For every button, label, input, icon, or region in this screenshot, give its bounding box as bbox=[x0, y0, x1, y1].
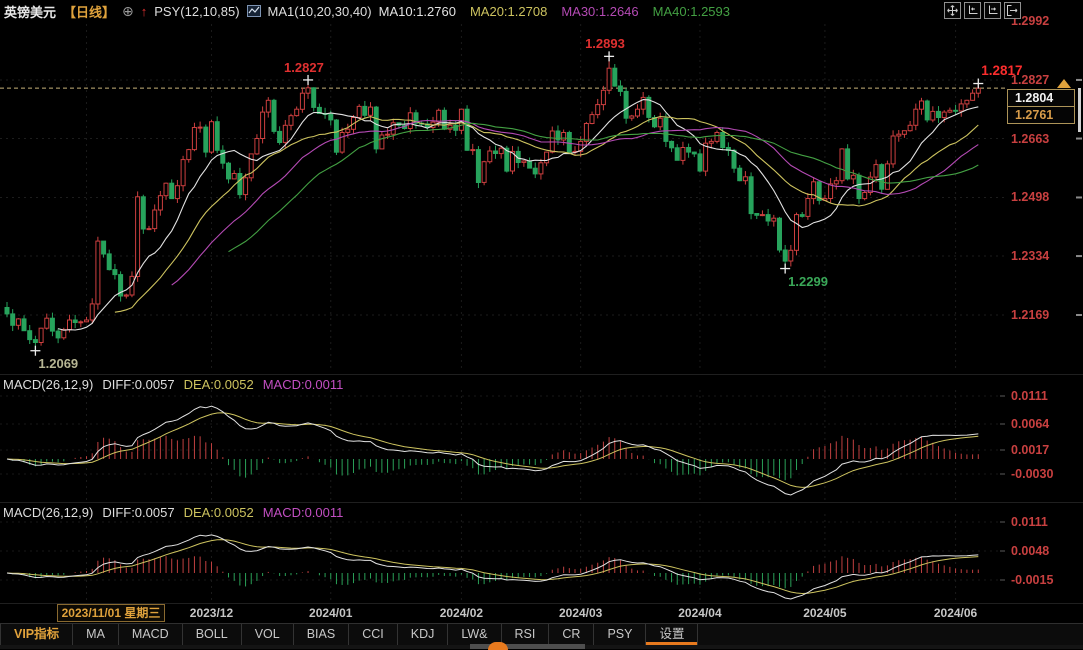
pan-icon bbox=[947, 5, 958, 16]
pan-tool-button[interactable] bbox=[944, 2, 961, 19]
macd-axis-label: -0.0030 bbox=[1011, 467, 1054, 481]
period-label: 【日线】 bbox=[63, 4, 116, 20]
macd-axis-label: 0.0048 bbox=[1011, 544, 1050, 558]
macd2-legend: MACD(26,12,9) DIFF:0.0057 DEA:0.0052 MAC… bbox=[3, 505, 343, 521]
ma-group-label: MA1(10,20,30,40) bbox=[267, 3, 372, 19]
psy-indicator-label: PSY(12,10,85) bbox=[154, 3, 240, 19]
indicator-tab-7[interactable]: CCI bbox=[348, 624, 397, 645]
exit-chart-icon bbox=[1007, 5, 1018, 16]
macd-diff-value: DIFF:0.0057 bbox=[102, 505, 175, 520]
x-axis-label: 2024/04 bbox=[678, 606, 722, 620]
macd-axis-label: 0.0064 bbox=[1011, 417, 1050, 431]
indicator-tab-1[interactable]: VIP指标 bbox=[0, 624, 72, 645]
exit-chart-button[interactable] bbox=[1004, 2, 1021, 19]
current-price-box: 1.2804 1.2761 bbox=[1007, 89, 1075, 124]
x-axis-label: 2024/01 bbox=[309, 606, 353, 620]
x-axis-label: 2024/02 bbox=[439, 606, 484, 620]
macd-diff-value: DIFF:0.0057 bbox=[102, 377, 175, 392]
macd-macd-value: MACD:0.0011 bbox=[262, 377, 344, 392]
indicator-tab-12[interactable]: PSY bbox=[593, 624, 645, 645]
trend-up-arrow-icon: ↑ bbox=[140, 3, 148, 19]
chart-canvas[interactable] bbox=[0, 0, 1083, 649]
x-axis-label: 2024/06 bbox=[933, 606, 978, 620]
price-annotation: 1.2069 bbox=[38, 355, 79, 371]
chart-toolbar bbox=[944, 2, 1021, 19]
y-axis-label: 1.2334 bbox=[1011, 249, 1050, 264]
right-scrollbar-thumb[interactable] bbox=[1078, 88, 1081, 132]
indicator-tab-6[interactable]: BIAS bbox=[292, 624, 349, 645]
secondary-price-value: 1.2761 bbox=[1008, 106, 1074, 123]
indicator-tab-3[interactable]: MACD bbox=[117, 624, 182, 645]
x-axis-label: 2023/12 bbox=[189, 606, 234, 620]
macd-macd-value: MACD:0.0011 bbox=[262, 505, 344, 520]
indicator-tab-5[interactable]: VOL bbox=[240, 624, 293, 645]
macd-axis-label: -0.0015 bbox=[1011, 573, 1054, 587]
date-highlight-label: 2023/11/01 星期三 bbox=[57, 604, 165, 622]
panel-divider bbox=[0, 374, 1083, 375]
indicator-tab-8[interactable]: KDJ bbox=[396, 624, 448, 645]
macd-title: MACD(26,12,9) bbox=[3, 505, 94, 520]
price-annotation: 1.2893 bbox=[585, 36, 625, 52]
indicator-tab-11[interactable]: CR bbox=[548, 624, 593, 645]
chart-application: { "header": { "symbol": "英镑美元", "period"… bbox=[0, 0, 1083, 650]
y-axis-label: 1.2169 bbox=[1011, 308, 1050, 322]
price-annotation: 1.2827 bbox=[284, 59, 324, 75]
compress-x-axis-button[interactable] bbox=[964, 2, 981, 19]
ma-legend-item: MA40:1.2593 bbox=[652, 3, 730, 19]
macd-axis-label: 0.0111 bbox=[1011, 389, 1048, 403]
macd-dea-value: DEA:0.0052 bbox=[183, 505, 254, 520]
ma-legend-item: MA20:1.2708 bbox=[469, 3, 548, 19]
ma-legend-item: MA30:1.2646 bbox=[561, 3, 639, 19]
ma-legend-item: MA10:1.2760 bbox=[378, 3, 456, 19]
add-indicator-icon[interactable]: ⊕ bbox=[122, 3, 134, 20]
x-axis-label: 2024/03 bbox=[558, 606, 603, 620]
expand-x-axis-icon bbox=[989, 5, 998, 14]
price-annotation: 1.2817 bbox=[981, 62, 1023, 78]
current-price-value: 1.2804 bbox=[1015, 91, 1054, 105]
ma-legend: MA10:1.2760 MA20:1.2708 MA30:1.2646 MA40:1.… bbox=[379, 4, 730, 19]
price-up-triangle-icon bbox=[1057, 79, 1071, 88]
indicator-tab-10[interactable]: RSI bbox=[500, 624, 549, 645]
macd1-legend: MACD(26,12,9) DIFF:0.0057 DEA:0.0052 MAC… bbox=[3, 377, 343, 393]
y-axis-label: 1.2498 bbox=[1011, 190, 1050, 205]
indicator-template-icon[interactable] bbox=[246, 4, 261, 18]
x-axis-label: 2024/05 bbox=[803, 606, 847, 620]
macd-axis-label: 0.0111 bbox=[1011, 515, 1048, 529]
macd-title: MACD(26,12,9) bbox=[3, 377, 94, 392]
expand-x-axis-button[interactable] bbox=[984, 2, 1001, 19]
indicator-tab-4[interactable]: BOLL bbox=[181, 624, 241, 645]
price-annotation: 1.2299 bbox=[788, 273, 828, 289]
indicator-tab-bar: VIP指标 MA MACD BOLL VOL BIAS CCI KDJ LW& RSI CR PSY 设… bbox=[0, 623, 1083, 645]
macd-axis-label: 0.0017 bbox=[1011, 443, 1050, 457]
top-legend-bar: 英镑美元 【日线】 ⊕ ↑ PSY(12,10,85) MA1(10,20,30… bbox=[0, 0, 1083, 22]
symbol-title: 英镑美元 bbox=[4, 4, 57, 20]
indicator-tab-13[interactable]: 设置 bbox=[645, 624, 699, 645]
y-axis-label: 1.2663 bbox=[1011, 131, 1050, 146]
indicator-tab-2[interactable]: MA bbox=[72, 624, 118, 645]
macd-dea-value: DEA:0.0052 bbox=[183, 377, 254, 392]
compress-x-axis-icon bbox=[969, 5, 978, 14]
panel-divider bbox=[0, 502, 1083, 503]
